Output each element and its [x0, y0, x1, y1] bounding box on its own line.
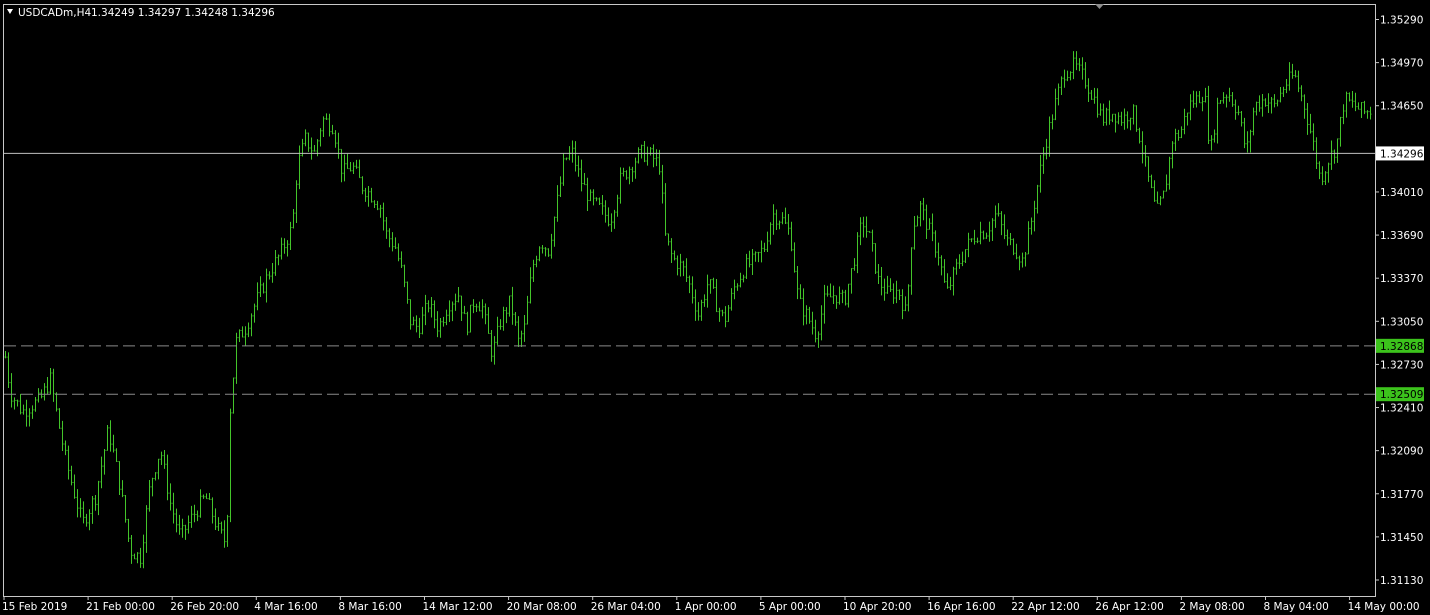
y-tick-label: 1.34970: [1380, 58, 1423, 70]
x-tick-label: 26 Feb 20:00: [170, 601, 239, 613]
svg-text:1.32509: 1.32509: [1380, 389, 1423, 401]
x-tick-label: 4 Mar 16:00: [254, 601, 317, 613]
x-tick-label: 2 May 08:00: [1179, 601, 1244, 613]
y-tick-label: 1.31770: [1380, 489, 1423, 501]
x-tick-label: 26 Apr 12:00: [1095, 601, 1163, 613]
y-tick-label: 1.31450: [1380, 532, 1423, 544]
x-tick-label: 21 Feb 00:00: [86, 601, 155, 613]
x-tick-label: 16 Apr 16:00: [927, 601, 995, 613]
svg-text:1.32868: 1.32868: [1380, 341, 1423, 353]
x-tick-label: 15 Feb 2019: [2, 601, 67, 613]
ohlc-values: 1.34249 1.34297 1.34248 1.34296: [91, 7, 275, 19]
x-tick-label: 22 Apr 12:00: [1011, 601, 1079, 613]
y-tick-label: 1.35290: [1380, 15, 1423, 27]
y-tick-label: 1.32410: [1380, 403, 1423, 415]
y-tick-label: 1.32090: [1380, 446, 1423, 458]
y-tick-label: 1.34650: [1380, 101, 1423, 113]
level-price-tag: 1.32509: [1376, 387, 1424, 402]
price-chart[interactable]: 1.35290 1.34970 1.34650 1.34010 1.33690 1.333…: [0, 0, 1430, 615]
bid-price-tag: 1.34296: [1376, 146, 1424, 161]
x-tick-label: 5 Apr 00:00: [759, 601, 821, 613]
svg-text:1.34296: 1.34296: [1380, 148, 1424, 160]
x-tick-label: 14 May 00:00: [1348, 601, 1420, 613]
y-tick-label: 1.31130: [1380, 575, 1423, 587]
x-tick-label: 10 Apr 20:00: [843, 601, 911, 613]
x-tick-label: 1 Apr 00:00: [675, 601, 737, 613]
y-tick-label: 1.34010: [1380, 187, 1423, 199]
symbol-label: USDCADm,H4: [18, 7, 91, 19]
x-tick-label: 20 Mar 08:00: [507, 601, 577, 613]
chart-background: [0, 0, 1430, 615]
y-tick-label: 1.33050: [1380, 316, 1423, 328]
y-tick-label: 1.32730: [1380, 359, 1423, 371]
x-tick-label: 8 May 04:00: [1264, 601, 1329, 613]
y-tick-label: 1.33690: [1380, 230, 1423, 242]
x-tick-label: 14 Mar 12:00: [423, 601, 493, 613]
level-price-tag: 1.32868: [1376, 338, 1424, 353]
y-tick-label: 1.33370: [1380, 273, 1423, 285]
x-tick-label: 8 Mar 16:00: [338, 601, 401, 613]
x-tick-label: 26 Mar 04:00: [591, 601, 661, 613]
